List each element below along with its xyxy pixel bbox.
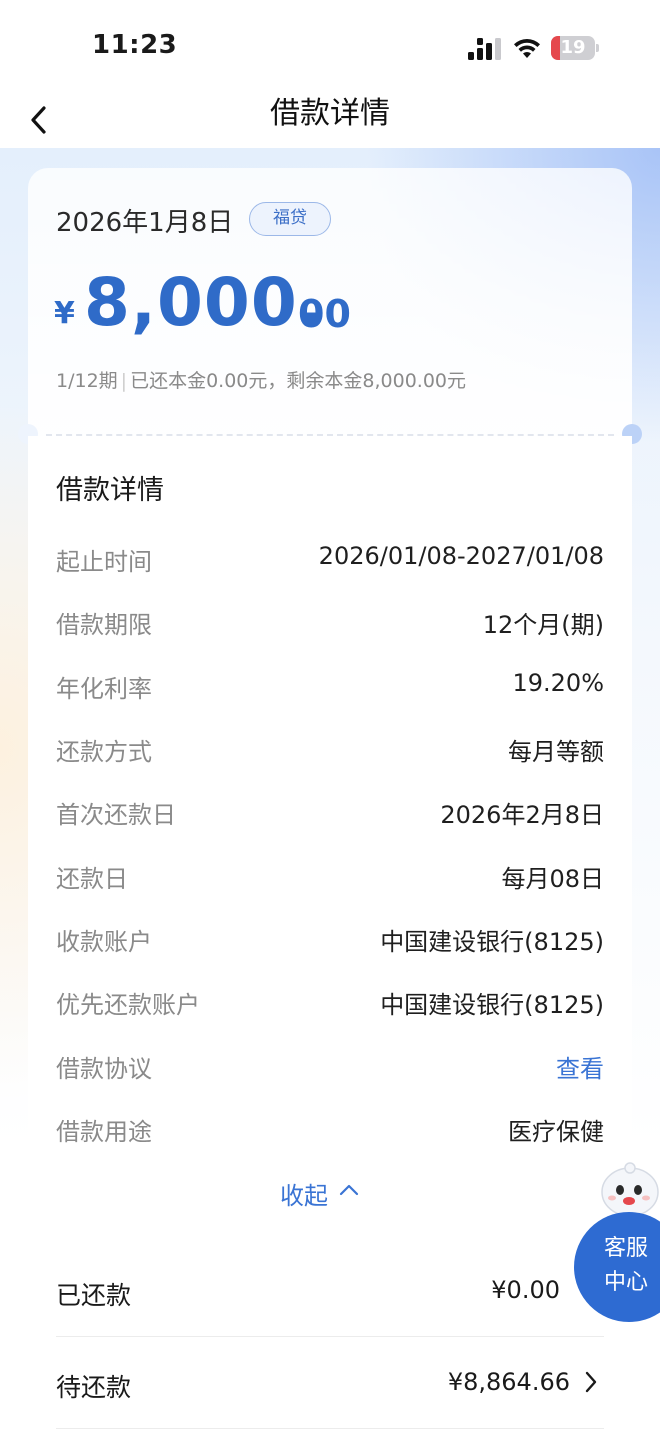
principal-status: 已还本金0.00元，剩余本金8,000.00元 [130, 370, 466, 392]
summary-separator: | [120, 370, 128, 392]
cellular-signal-icon [468, 38, 501, 60]
detail-label: 起止时间 [56, 548, 152, 576]
detail-label: 收款账户 [56, 928, 152, 956]
nav-bar: 借款详情 [0, 92, 660, 148]
perforation-line [46, 434, 614, 436]
divider [56, 1428, 604, 1429]
divider [56, 1336, 604, 1337]
detail-row-method: 还款方式 每月等额 [56, 732, 604, 772]
status-bar: 11:23 19 [0, 0, 660, 92]
amount-integer: 8,000. [84, 264, 324, 341]
detail-value: 每月等额 [508, 738, 604, 766]
loan-details-card: 借款详情 起止时间 2026/01/08-2027/01/08 借款期限 12个… [28, 436, 632, 1434]
customer-service-float[interactable]: 客服 中心 [574, 1160, 660, 1330]
detail-value: 2026/01/08-2027/01/08 [318, 542, 604, 570]
collapse-button[interactable]: 收起 [280, 1176, 359, 1210]
detail-value: 12个月(期) [482, 611, 604, 639]
detail-row-first-due: 首次还款日 2026年2月8日 [56, 795, 604, 835]
repaid-value: ¥0.00 [491, 1276, 560, 1304]
principal-summary: 1/12期 | 已还本金0.00元，剩余本金8,000.00元 [56, 366, 466, 393]
collapse-label: 收起 [280, 1182, 328, 1210]
repaid-label: 已还款 [56, 1281, 132, 1310]
cs-label-line1: 客服 [604, 1236, 649, 1261]
chevron-up-icon [339, 1184, 359, 1196]
detail-label: 优先还款账户 [56, 991, 200, 1019]
detail-label: 首次还款日 [56, 801, 176, 829]
detail-value: 19.20% [512, 669, 604, 697]
detail-row-repay-account: 优先还款账户 中国建设银行(8125) [56, 985, 604, 1025]
loan-date: 2026年1月8日 [56, 208, 234, 238]
chevron-left-icon[interactable] [26, 100, 50, 140]
detail-label: 还款日 [56, 865, 128, 893]
detail-row-period: 起止时间 2026/01/08-2027/01/08 [56, 542, 604, 582]
cs-label-line2: 中心 [604, 1270, 649, 1295]
battery-body: 19 [551, 36, 595, 60]
detail-label: 年化利率 [56, 675, 152, 703]
view-agreement-link[interactable]: 查看 [556, 1049, 604, 1084]
chevron-right-icon [585, 1371, 597, 1393]
pending-label: 待还款 [56, 1373, 132, 1402]
detail-value: 医疗保健 [508, 1118, 604, 1146]
amount-currency: ¥ [54, 296, 75, 331]
detail-value: 2026年2月8日 [440, 801, 604, 829]
detail-row-rate: 年化利率 19.20% [56, 669, 604, 709]
detail-value: 每月08日 [501, 865, 604, 893]
detail-row-due-day: 还款日 每月08日 [56, 859, 604, 899]
loan-detail-page: 11:23 19 借款详情 2026年1月8日 福贷 ¥ 8,000. 00 1… [0, 0, 660, 1434]
loan-summary-card: 2026年1月8日 福贷 ¥ 8,000. 00 1/12期 | 已还本金0.00元… [28, 168, 632, 436]
detail-row-term: 借款期限 12个月(期) [56, 605, 604, 645]
detail-value: 中国建设银行(8125) [380, 991, 604, 1019]
battery-icon: 19 [551, 36, 599, 60]
mascot-icon [601, 1162, 659, 1217]
detail-label: 借款期限 [56, 611, 152, 639]
page-title: 借款详情 [270, 96, 390, 131]
details-section-title: 借款详情 [56, 475, 164, 506]
amount-decimal: 00 [298, 292, 351, 336]
detail-row-agreement: 借款协议 查看 [56, 1049, 604, 1089]
detail-label: 借款用途 [56, 1118, 152, 1146]
pending-repayment-row[interactable]: 待还款 ¥8,864.66 [56, 1354, 604, 1414]
detail-row-purpose: 借款用途 医疗保健 [56, 1112, 604, 1152]
battery-cap [596, 44, 599, 52]
detail-label: 借款协议 [56, 1055, 152, 1083]
period-progress: 1/12期 [56, 370, 118, 392]
detail-label: 还款方式 [56, 738, 152, 766]
customer-service-button[interactable]: 客服 中心 [574, 1212, 660, 1322]
wifi-icon [514, 38, 540, 58]
detail-value: 中国建设银行(8125) [380, 928, 604, 956]
pending-value: ¥8,864.66 [447, 1368, 570, 1396]
loan-type-badge: 福贷 [249, 202, 331, 236]
detail-row-receiving-account: 收款账户 中国建设银行(8125) [56, 922, 604, 962]
status-time: 11:23 [92, 30, 178, 60]
repaid-row: 已还款 ¥0.00 [56, 1262, 604, 1322]
battery-percent: 19 [560, 37, 586, 58]
